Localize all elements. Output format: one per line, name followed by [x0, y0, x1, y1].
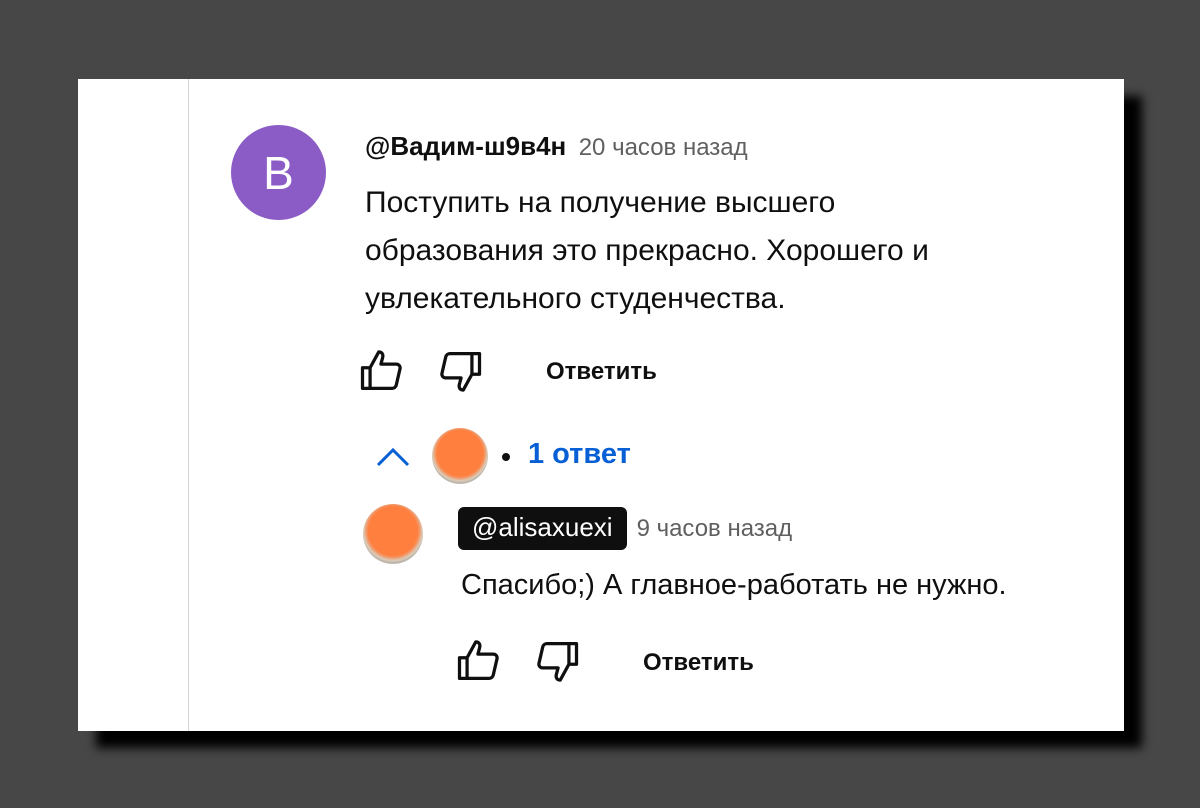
reply-header: @alisaxuexi 9 часов назад	[458, 507, 792, 550]
thumbs-up-icon[interactable]	[356, 345, 408, 397]
reply-avatar[interactable]	[363, 504, 423, 564]
thread-divider	[188, 79, 189, 731]
thumbs-down-icon[interactable]	[434, 345, 486, 397]
reply-author[interactable]: @alisaxuexi	[458, 507, 627, 550]
thumbs-up-icon[interactable]	[453, 635, 505, 687]
reply-text: Спасибо;) А главное-работать не нужно.	[461, 569, 1007, 601]
comment-text-line: образования это прекрасно. Хорошего и	[365, 234, 929, 267]
reply-button[interactable]: Ответить	[546, 358, 657, 386]
separator-dot	[502, 453, 510, 461]
avatar-letter: B	[263, 146, 294, 199]
reply-author-avatar-small	[432, 428, 488, 484]
comment-text-line: увлекательного студенчества.	[365, 282, 786, 315]
comment-text: Поступить на получение высшего образован…	[365, 179, 1085, 323]
comment-author[interactable]: @Вадим-ш9в4н	[365, 131, 566, 161]
reply-button[interactable]: Ответить	[643, 649, 754, 677]
comment-text-line: Поступить на получение высшего	[365, 186, 836, 219]
chevron-up-icon[interactable]	[375, 444, 411, 470]
thumbs-down-icon[interactable]	[531, 635, 583, 687]
comment-card: B @Вадим-ш9в4н 20 часов назад Поступить …	[78, 79, 1124, 731]
avatar[interactable]: B	[231, 125, 326, 220]
comment-time[interactable]: 20 часов назад	[579, 134, 748, 161]
replies-toggle-label[interactable]: 1 ответ	[528, 438, 631, 471]
comment-header: @Вадим-ш9в4н 20 часов назад	[365, 131, 748, 162]
reply-time[interactable]: 9 часов назад	[637, 515, 793, 543]
